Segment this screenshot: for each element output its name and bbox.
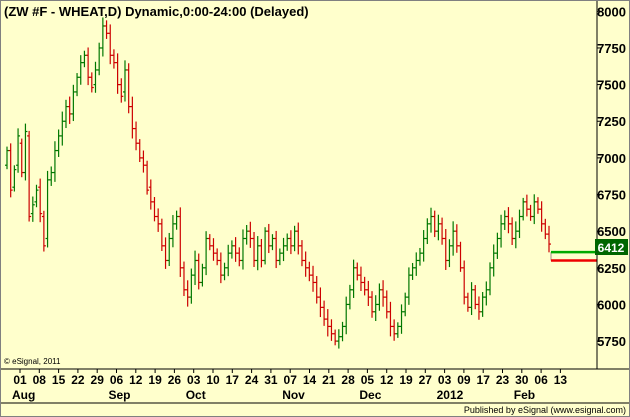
chart-canvas: 5750 6000 6250 6500 6750 7000 7250 7500 7750 8000…: [0, 0, 630, 417]
month-label: 2012: [437, 388, 464, 402]
x-tick-label: 09: [457, 373, 471, 387]
y-tick-label: 6250: [597, 261, 626, 276]
x-tick-label: 13: [554, 373, 568, 387]
x-tick-label: 08: [33, 373, 47, 387]
month-label: Aug: [12, 388, 35, 402]
month-label: Oct: [186, 388, 206, 402]
y-tick-label: 6750: [597, 188, 626, 203]
y-tick-label: 7500: [597, 78, 626, 93]
x-tick-label: 14: [303, 373, 317, 387]
x-tick-label: 07: [284, 373, 298, 387]
x-tick-label: 31: [264, 373, 278, 387]
x-tick-label: 17: [226, 373, 240, 387]
month-label: Dec: [359, 388, 381, 402]
x-tick-label: 05: [361, 373, 375, 387]
x-tick-label: 29: [91, 373, 105, 387]
last-price-label: 6412: [598, 241, 625, 255]
x-tick-label: 22: [71, 373, 85, 387]
x-tick-label: 15: [52, 373, 66, 387]
x-tick-label: 19: [399, 373, 413, 387]
y-tick-label: 7000: [597, 151, 626, 166]
x-tick-label: 12: [129, 373, 143, 387]
y-tick-label: 7250: [597, 114, 626, 129]
x-tick-label: 21: [322, 373, 336, 387]
x-tick-label: 01: [13, 373, 27, 387]
y-tick-label: 5750: [597, 334, 626, 349]
chart-window: 5750 6000 6250 6500 6750 7000 7250 7500 7750 8000…: [0, 0, 630, 417]
x-tick-label: 03: [187, 373, 201, 387]
x-tick-label: 12: [380, 373, 394, 387]
x-tick-label: 28: [341, 373, 355, 387]
chart-title: (ZW #F - WHEAT,D) Dynamic,0:00-24:00 (De…: [4, 4, 309, 19]
y-tick-label: 6500: [597, 224, 626, 239]
y-tick-label: 8000: [597, 4, 626, 19]
x-tick-label: 27: [419, 373, 433, 387]
x-tick-label: 30: [515, 373, 529, 387]
x-tick-label: 03: [438, 373, 452, 387]
plot-area: [1, 1, 597, 369]
x-tick-label: 23: [496, 373, 510, 387]
x-tick-label: 19: [148, 373, 162, 387]
month-label: Sep: [109, 388, 131, 402]
x-tick-label: 06: [534, 373, 548, 387]
copyright-text: © eSignal, 2011: [4, 357, 61, 366]
x-tick-label: 06: [110, 373, 124, 387]
y-tick-label: 6000: [597, 297, 626, 312]
y-tick-label: 7750: [597, 41, 626, 56]
month-label: Nov: [282, 388, 305, 402]
x-tick-label: 17: [477, 373, 491, 387]
price-axis-area: [597, 1, 629, 369]
x-tick-label: 26: [168, 373, 182, 387]
month-label: Feb: [514, 388, 535, 402]
x-tick-label: 10: [206, 373, 220, 387]
footer-text: Published by eSignal (www.esignal.com): [464, 405, 626, 415]
x-tick-label: 24: [245, 373, 259, 387]
